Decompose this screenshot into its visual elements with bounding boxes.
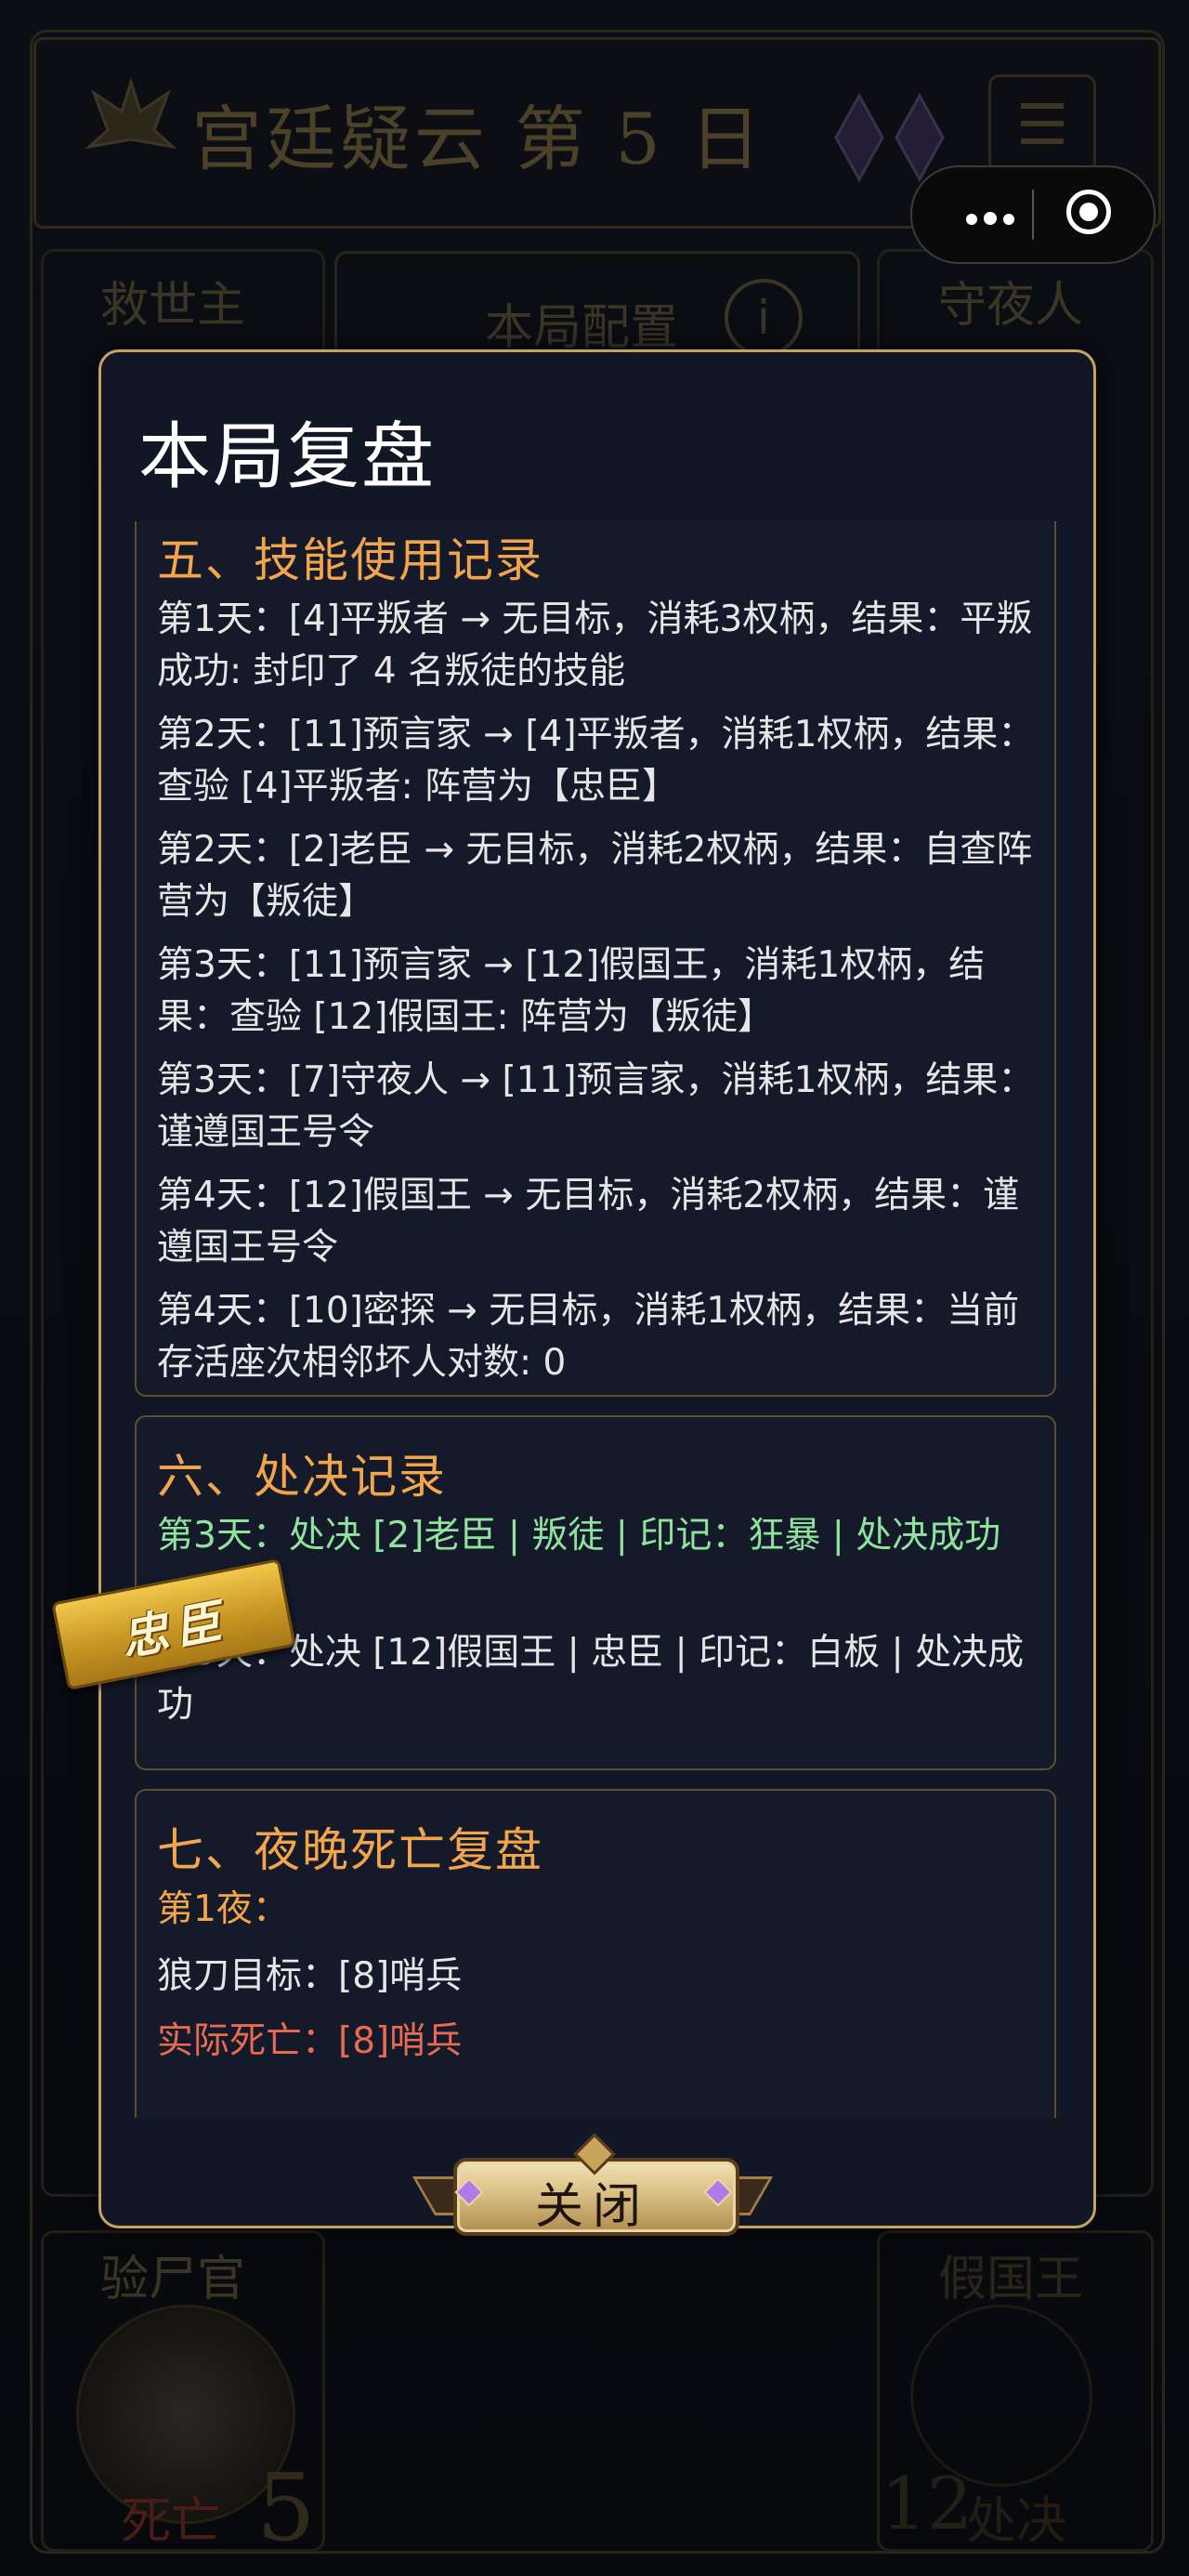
info-icon[interactable]: i: [725, 279, 803, 357]
seat-label: 假国王: [938, 2252, 1084, 2307]
record-entry: 第1天：[4]平叛者 → 无目标，消耗3权柄，结果：平叛成功: 封印了 4 名叛…: [157, 598, 1033, 692]
execution-entry: 第3天：处决 [2]老臣 | 叛徒 | 印记：狂暴 | 处决成功: [157, 1515, 1001, 1557]
config-label: 本局配置: [485, 300, 679, 356]
crown-icon: [85, 76, 177, 150]
gem-icon: [834, 92, 945, 183]
review-modal: 本局复盘 五、技能使用记录 第1天：[4]平叛者 → 无目标，消耗3权柄，结果：…: [98, 349, 1096, 2228]
record-entry: 第2天：[2]老臣 → 无目标，消耗2权柄，结果：自查阵营为【叛徒】: [157, 829, 1033, 923]
modal-scroll-body[interactable]: 五、技能使用记录 第1天：[4]平叛者 → 无目标，消耗3权柄，结果：平叛成功:…: [135, 521, 1058, 2118]
actual-death-entry: 实际死亡：[8]哨兵: [157, 2020, 463, 2062]
death-status: 死亡: [121, 2491, 221, 2550]
execution-status: 处决: [966, 2491, 1066, 2550]
avatar: [910, 2305, 1092, 2487]
miniprogram-capsule: [910, 165, 1156, 264]
capsule-divider: [1032, 190, 1034, 240]
more-icon[interactable]: [966, 211, 1021, 229]
record-entry: 第3天：[11]预言家 → [12]假国王，消耗1权柄，结果：查验 [12]假国…: [157, 944, 986, 1038]
section-heading: 七、夜晚死亡复盘: [157, 1823, 543, 1877]
wolf-target-entry: 狼刀目标：[8]哨兵: [157, 1955, 463, 1997]
menu-button[interactable]: [988, 74, 1096, 173]
night-death-section: 七、夜晚死亡复盘 第1夜： 狼刀目标：[8]哨兵 实际死亡：[8]哨兵: [135, 1789, 1056, 2118]
seat-label: 守夜人: [938, 278, 1084, 334]
record-entry: 第4天：[10]密探 → 无目标，消耗1权柄，结果：当前存活座次相邻坏人对数: …: [157, 1290, 1020, 1384]
record-entry: 第3天：[7]守夜人 → [11]预言家，消耗1权柄，结果：谨遵国王号令: [157, 1059, 1035, 1153]
skill-record-section: 五、技能使用记录 第1天：[4]平叛者 → 无目标，消耗3权柄，结果：平叛成功:…: [135, 521, 1056, 1397]
game-title: 宫廷疑云 第 5 日: [191, 98, 764, 180]
night-label: 第1夜：: [157, 1888, 289, 1930]
modal-title: 本局复盘: [138, 415, 437, 499]
section-heading: 六、处决记录: [157, 1450, 447, 1504]
seat-label: 救世主: [100, 278, 246, 334]
close-button[interactable]: 关闭: [412, 2133, 774, 2249]
seat-number: 5: [256, 2453, 316, 2562]
seat-label: 验尸官: [100, 2252, 246, 2307]
close-miniprogram-icon[interactable]: [1066, 190, 1111, 234]
section-heading: 五、技能使用记录: [157, 533, 543, 587]
seat-number: 12: [881, 2463, 973, 2546]
record-entry: 第2天：[11]预言家 → [4]平叛者，消耗1权柄，结果：查验 [4]平叛者:…: [157, 714, 1035, 808]
close-label: 关闭: [534, 2179, 650, 2235]
record-entry: 第4天：[12]假国王 → 无目标，消耗2权柄，结果：谨遵国王号令: [157, 1175, 1020, 1268]
